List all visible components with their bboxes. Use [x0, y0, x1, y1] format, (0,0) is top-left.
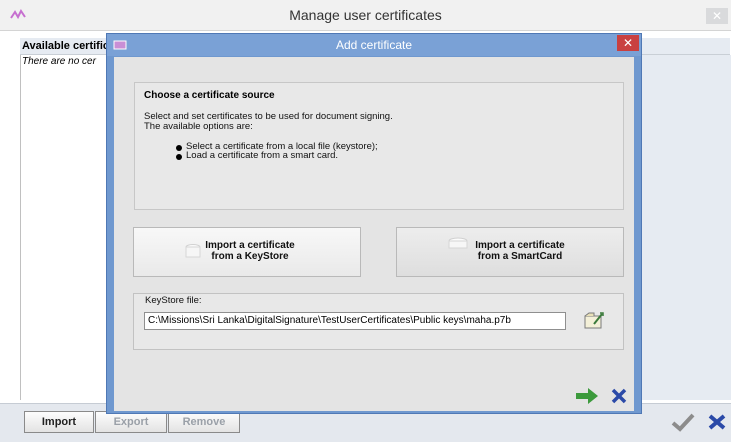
arrow-right-icon[interactable]	[574, 386, 600, 406]
outer-window-title: Manage user certificates	[289, 7, 442, 23]
dialog-title: Add certificate	[335, 38, 413, 52]
available-certificates-label: Available certific	[22, 40, 110, 52]
outer-right-area	[640, 55, 731, 400]
import-smartcard-label-line2: from a SmartCard	[477, 251, 563, 262]
remove-button[interactable]: Remove	[168, 411, 240, 433]
import-button[interactable]: Import	[24, 411, 94, 433]
import-smartcard-label-line1: Import a certificate	[475, 240, 565, 251]
bullet-icon	[176, 145, 182, 151]
outer-left-margin	[0, 38, 20, 403]
outer-close-button[interactable]: ✕	[706, 8, 728, 24]
ok-check-icon[interactable]	[668, 410, 698, 434]
certificate-source-heading: Choose a certificate source	[144, 90, 275, 101]
outer-cancel-x-icon[interactable]	[704, 410, 730, 434]
export-button[interactable]: Export	[95, 411, 167, 433]
keystore-file-label: KeyStore file:	[145, 295, 202, 306]
import-keystore-label-line1: Import a certificate	[205, 240, 295, 251]
certificates-list[interactable]	[20, 55, 107, 400]
empty-list-message: There are no cer	[22, 56, 96, 67]
keystore-icon	[185, 244, 201, 258]
import-keystore-label-line2: from a KeyStore	[211, 251, 289, 262]
dialog-close-button[interactable]: ✕	[617, 35, 639, 51]
source-description-line2: The available options are:	[144, 121, 253, 132]
folder-browse-icon[interactable]	[580, 310, 608, 332]
option-smartcard-text: Load a certificate from a smart card.	[186, 150, 339, 161]
cancel-x-icon[interactable]	[608, 386, 630, 406]
bullet-icon	[176, 154, 182, 160]
keystore-file-path-input[interactable]: C:\Missions\Sri Lanka\DigitalSignature\T…	[144, 312, 566, 330]
